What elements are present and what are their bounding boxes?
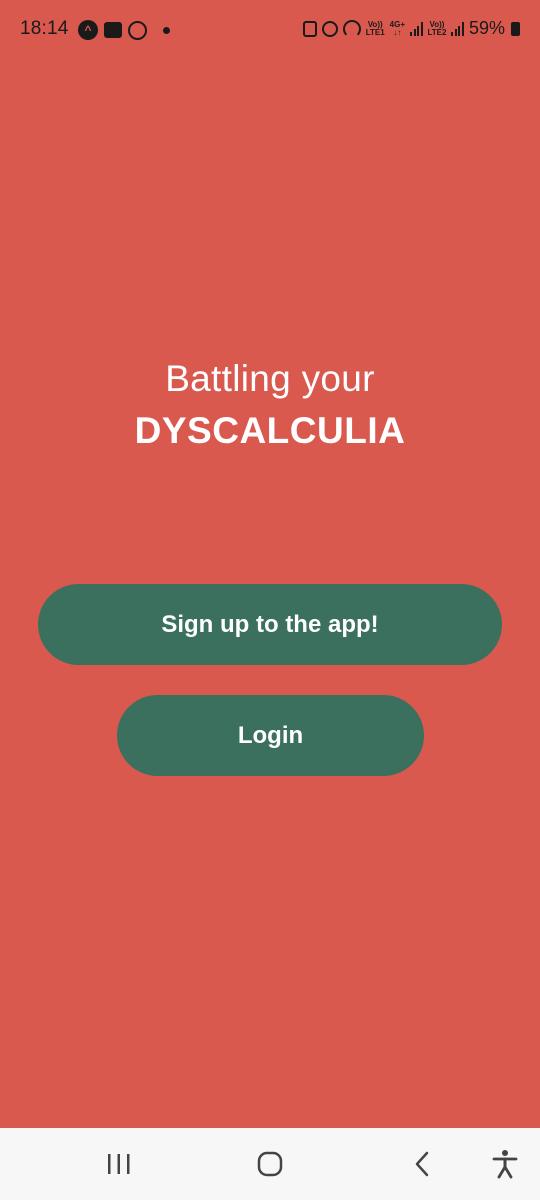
login-button[interactable]: Login (117, 695, 424, 776)
headline-line1: Battling your (165, 358, 375, 399)
home-icon (257, 1151, 283, 1177)
notification-dot-icon (163, 26, 170, 34)
headline-line2: DYSCALCULIA (134, 410, 406, 451)
back-icon (415, 1151, 429, 1177)
gallery-icon (104, 22, 122, 38)
back-button[interactable] (398, 1146, 446, 1182)
network-indicator: 4G+ ↓↑ (389, 19, 405, 37)
recents-icon (108, 1154, 130, 1174)
system-icons: Vo)) LTE1 4G+ ↓↑ Vo)) LTE2 59% (302, 18, 520, 39)
battery-percent: 59% (468, 18, 505, 38)
app-a-icon: ^ (78, 20, 98, 40)
status-bar: 18:14 ^ Vo)) LTE1 4G+ ↓↑ Vo)) LTE2 59% (0, 0, 540, 60)
signal-icon (451, 21, 464, 36)
home-button[interactable] (246, 1146, 294, 1182)
navigation-bar (0, 1128, 540, 1200)
clock: 18:14 (20, 18, 69, 39)
signup-button[interactable]: Sign up to the app! (38, 584, 502, 665)
accessibility-icon (492, 1150, 518, 1179)
alarm-icon (321, 20, 338, 37)
sim1-indicator: Vo)) LTE1 (365, 19, 385, 37)
headline: Battling your DYSCALCULIA (0, 358, 540, 452)
notification-icons: ^ (78, 20, 170, 40)
signal-icon (410, 21, 423, 36)
recents-button[interactable] (95, 1146, 143, 1182)
lock-app-icon (302, 20, 317, 37)
hotspot-icon (342, 19, 361, 38)
sim2-indicator: Vo)) LTE2 (427, 19, 447, 37)
whatsapp-icon (128, 20, 147, 40)
accessibility-button[interactable] (481, 1146, 529, 1182)
battery-icon (511, 21, 520, 36)
